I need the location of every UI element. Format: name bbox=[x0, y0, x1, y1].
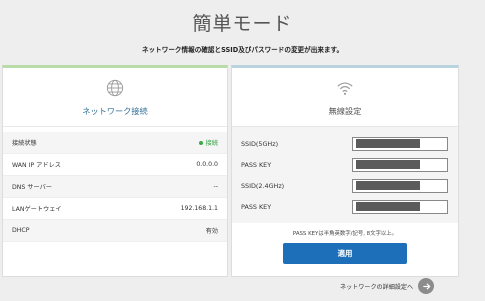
wireless-field-passkey-24ghz: PASS KEY bbox=[232, 196, 458, 217]
passkey-note: PASS KEYは半角英数字/記号, 8文字以上。 bbox=[292, 231, 398, 237]
wireless-settings-card: 無線設定 SSID(5GHz) PASS KEY SSID(2.4GHz) PA… bbox=[231, 65, 459, 277]
masked-value bbox=[356, 160, 420, 169]
globe-icon bbox=[106, 79, 124, 97]
network-row-label: DHCP bbox=[12, 227, 30, 234]
network-row-lan-gateway: LANゲートウェイ 192.168.1.1 bbox=[3, 198, 227, 220]
lan-gateway-value: 192.168.1.1 bbox=[180, 205, 218, 212]
passkey-24ghz-input[interactable] bbox=[352, 199, 448, 214]
field-label: PASS KEY bbox=[241, 160, 272, 169]
ssid-5ghz-input[interactable] bbox=[352, 136, 448, 151]
wan-ip-value: 0.0.0.0 bbox=[196, 161, 218, 168]
network-card-title: ネットワーク接続 bbox=[82, 106, 148, 116]
arrow-right-icon[interactable] bbox=[418, 278, 435, 294]
dns-value: -- bbox=[213, 183, 218, 190]
wireless-card-header: 無線設定 bbox=[232, 68, 458, 127]
network-row-wan-ip: WAN IP アドレス 0.0.0.0 bbox=[3, 154, 227, 176]
passkey-5ghz-input[interactable] bbox=[352, 157, 448, 172]
apply-button[interactable]: 適用 bbox=[283, 243, 407, 264]
network-row-label: 接続状態 bbox=[12, 140, 37, 147]
masked-value bbox=[356, 202, 420, 211]
network-card-header: ネットワーク接続 bbox=[3, 68, 227, 127]
wireless-field-passkey-5ghz: PASS KEY bbox=[232, 154, 458, 175]
dhcp-value: 有効 bbox=[205, 228, 218, 235]
detail-link-label: ネットワークの詳細設定へ bbox=[340, 283, 414, 291]
field-label: SSID(5GHz) bbox=[241, 139, 279, 148]
field-label: PASS KEY bbox=[241, 202, 272, 211]
connection-status-value: 接続 bbox=[198, 138, 218, 147]
network-row-dns: DNS サーバー -- bbox=[3, 176, 227, 198]
wireless-card-title: 無線設定 bbox=[328, 106, 362, 116]
status-ok-icon bbox=[198, 141, 203, 145]
network-row-label: WAN IP アドレス bbox=[12, 162, 61, 169]
wireless-field-ssid-24ghz: SSID(2.4GHz) bbox=[232, 175, 458, 196]
network-row-connection-status: 接続状態 接続 bbox=[3, 132, 227, 154]
page-subtitle: ネットワーク情報の確認とSSID及びパスワードの変更が出来ます。 bbox=[141, 46, 344, 54]
wireless-field-ssid-5ghz: SSID(5GHz) bbox=[232, 133, 458, 154]
network-info-list: 接続状態 接続 WAN IP アドレス 0.0.0.0 DNS サーバー -- … bbox=[3, 132, 227, 242]
network-row-dhcp: DHCP 有効 bbox=[3, 220, 227, 242]
ssid-24ghz-input[interactable] bbox=[352, 178, 448, 193]
network-connection-card: ネットワーク接続 接続状態 接続 WAN IP アドレス 0.0.0.0 DNS… bbox=[2, 65, 228, 277]
network-detail-settings-link[interactable]: ネットワークの詳細設定へ bbox=[340, 278, 435, 294]
masked-value bbox=[356, 181, 420, 190]
page-title: 簡単モード bbox=[192, 13, 293, 35]
masked-value bbox=[356, 139, 420, 148]
wifi-icon bbox=[337, 82, 353, 95]
wireless-form: SSID(5GHz) PASS KEY SSID(2.4GHz) PASS KE… bbox=[232, 127, 458, 223]
network-row-label: DNS サーバー bbox=[12, 184, 52, 191]
status-text: 接続 bbox=[205, 140, 218, 147]
network-row-label: LANゲートウェイ bbox=[12, 206, 62, 213]
field-label: SSID(2.4GHz) bbox=[241, 181, 285, 190]
